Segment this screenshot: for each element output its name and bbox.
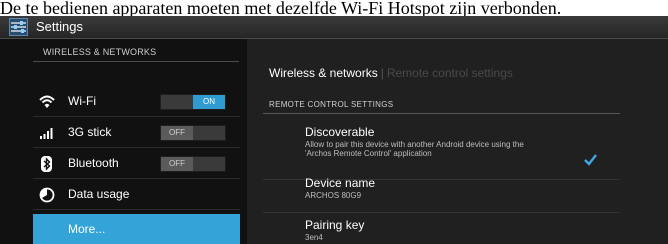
sidebar-item-label: 3G stick (68, 125, 112, 139)
divider (33, 209, 240, 210)
divider (263, 212, 620, 213)
sidebar-item-label: Wi-Fi (68, 94, 96, 108)
setting-value: 3en4 (305, 233, 323, 242)
setting-discoverable[interactable]: Discoverable Allow to pair this device w… (305, 125, 524, 158)
sidebar-item-3g-stick[interactable]: 3G stick OFF (33, 117, 240, 148)
toggle-state: OFF (161, 126, 193, 140)
data-usage-icon (39, 187, 55, 203)
sidebar-item-label: Data usage (68, 187, 130, 201)
sidebar-item-bluetooth[interactable]: Bluetooth OFF (33, 148, 240, 179)
action-bar: Settings (0, 16, 668, 39)
sidebar-item-label: More... (68, 222, 106, 236)
wifi-toggle[interactable]: ON (160, 94, 226, 110)
app-title: Settings (36, 19, 83, 34)
section-divider (263, 113, 620, 114)
bluetooth-toggle[interactable]: OFF (160, 156, 226, 172)
sidebar-section-header: WIRELESS & NETWORKS (43, 47, 157, 57)
checkmark-icon (584, 154, 597, 166)
sidebar-item-data-usage[interactable]: Data usage (33, 179, 240, 210)
toggle-state: OFF (161, 157, 193, 171)
document-caption: De te bedienen apparaten moeten met deze… (0, 0, 562, 16)
breadcrumb-wireless-networks[interactable]: Wireless & networks (269, 66, 378, 80)
android-settings-screen: Settings WIRELESS & NETWORKS Wi-Fi ON 3G… (0, 16, 668, 244)
setting-title: Pairing key (305, 218, 365, 232)
bluetooth-icon (39, 156, 55, 172)
discoverable-checkbox[interactable] (584, 153, 597, 166)
setting-value: ARCHOS 80G9 (305, 191, 362, 200)
breadcrumb: Wireless & networks | Remote control setti… (269, 66, 513, 80)
toggle-state: ON (193, 95, 225, 109)
setting-title: Device name (305, 176, 376, 190)
sidebar-header-divider (33, 61, 239, 62)
setting-description-line: 'Archos Remote Control' application (305, 149, 432, 158)
setting-description: Allow to pair this device with another A… (305, 140, 524, 158)
wifi-icon (39, 94, 55, 110)
signal-bars-icon (39, 125, 55, 141)
breadcrumb-remote-control-settings: Remote control settings (386, 66, 513, 80)
setting-device-name[interactable]: Device name ARCHOS 80G9 (305, 176, 375, 200)
sidebar-item-more[interactable]: More... (33, 214, 240, 244)
breadcrumb-divider: | (380, 66, 384, 80)
sidebar-item-wifi[interactable]: Wi-Fi ON (33, 86, 240, 117)
remote-control-section-header: REMOTE CONTROL SETTINGS (269, 100, 394, 109)
sidebar-item-label: Bluetooth (68, 156, 119, 170)
3g-toggle[interactable]: OFF (160, 125, 226, 141)
settings-sliders-icon[interactable] (9, 18, 28, 36)
setting-pairing-key[interactable]: Pairing key 3en4 (305, 218, 364, 242)
setting-description-line: Allow to pair this device with another A… (305, 140, 524, 149)
setting-title: Discoverable (305, 125, 375, 139)
